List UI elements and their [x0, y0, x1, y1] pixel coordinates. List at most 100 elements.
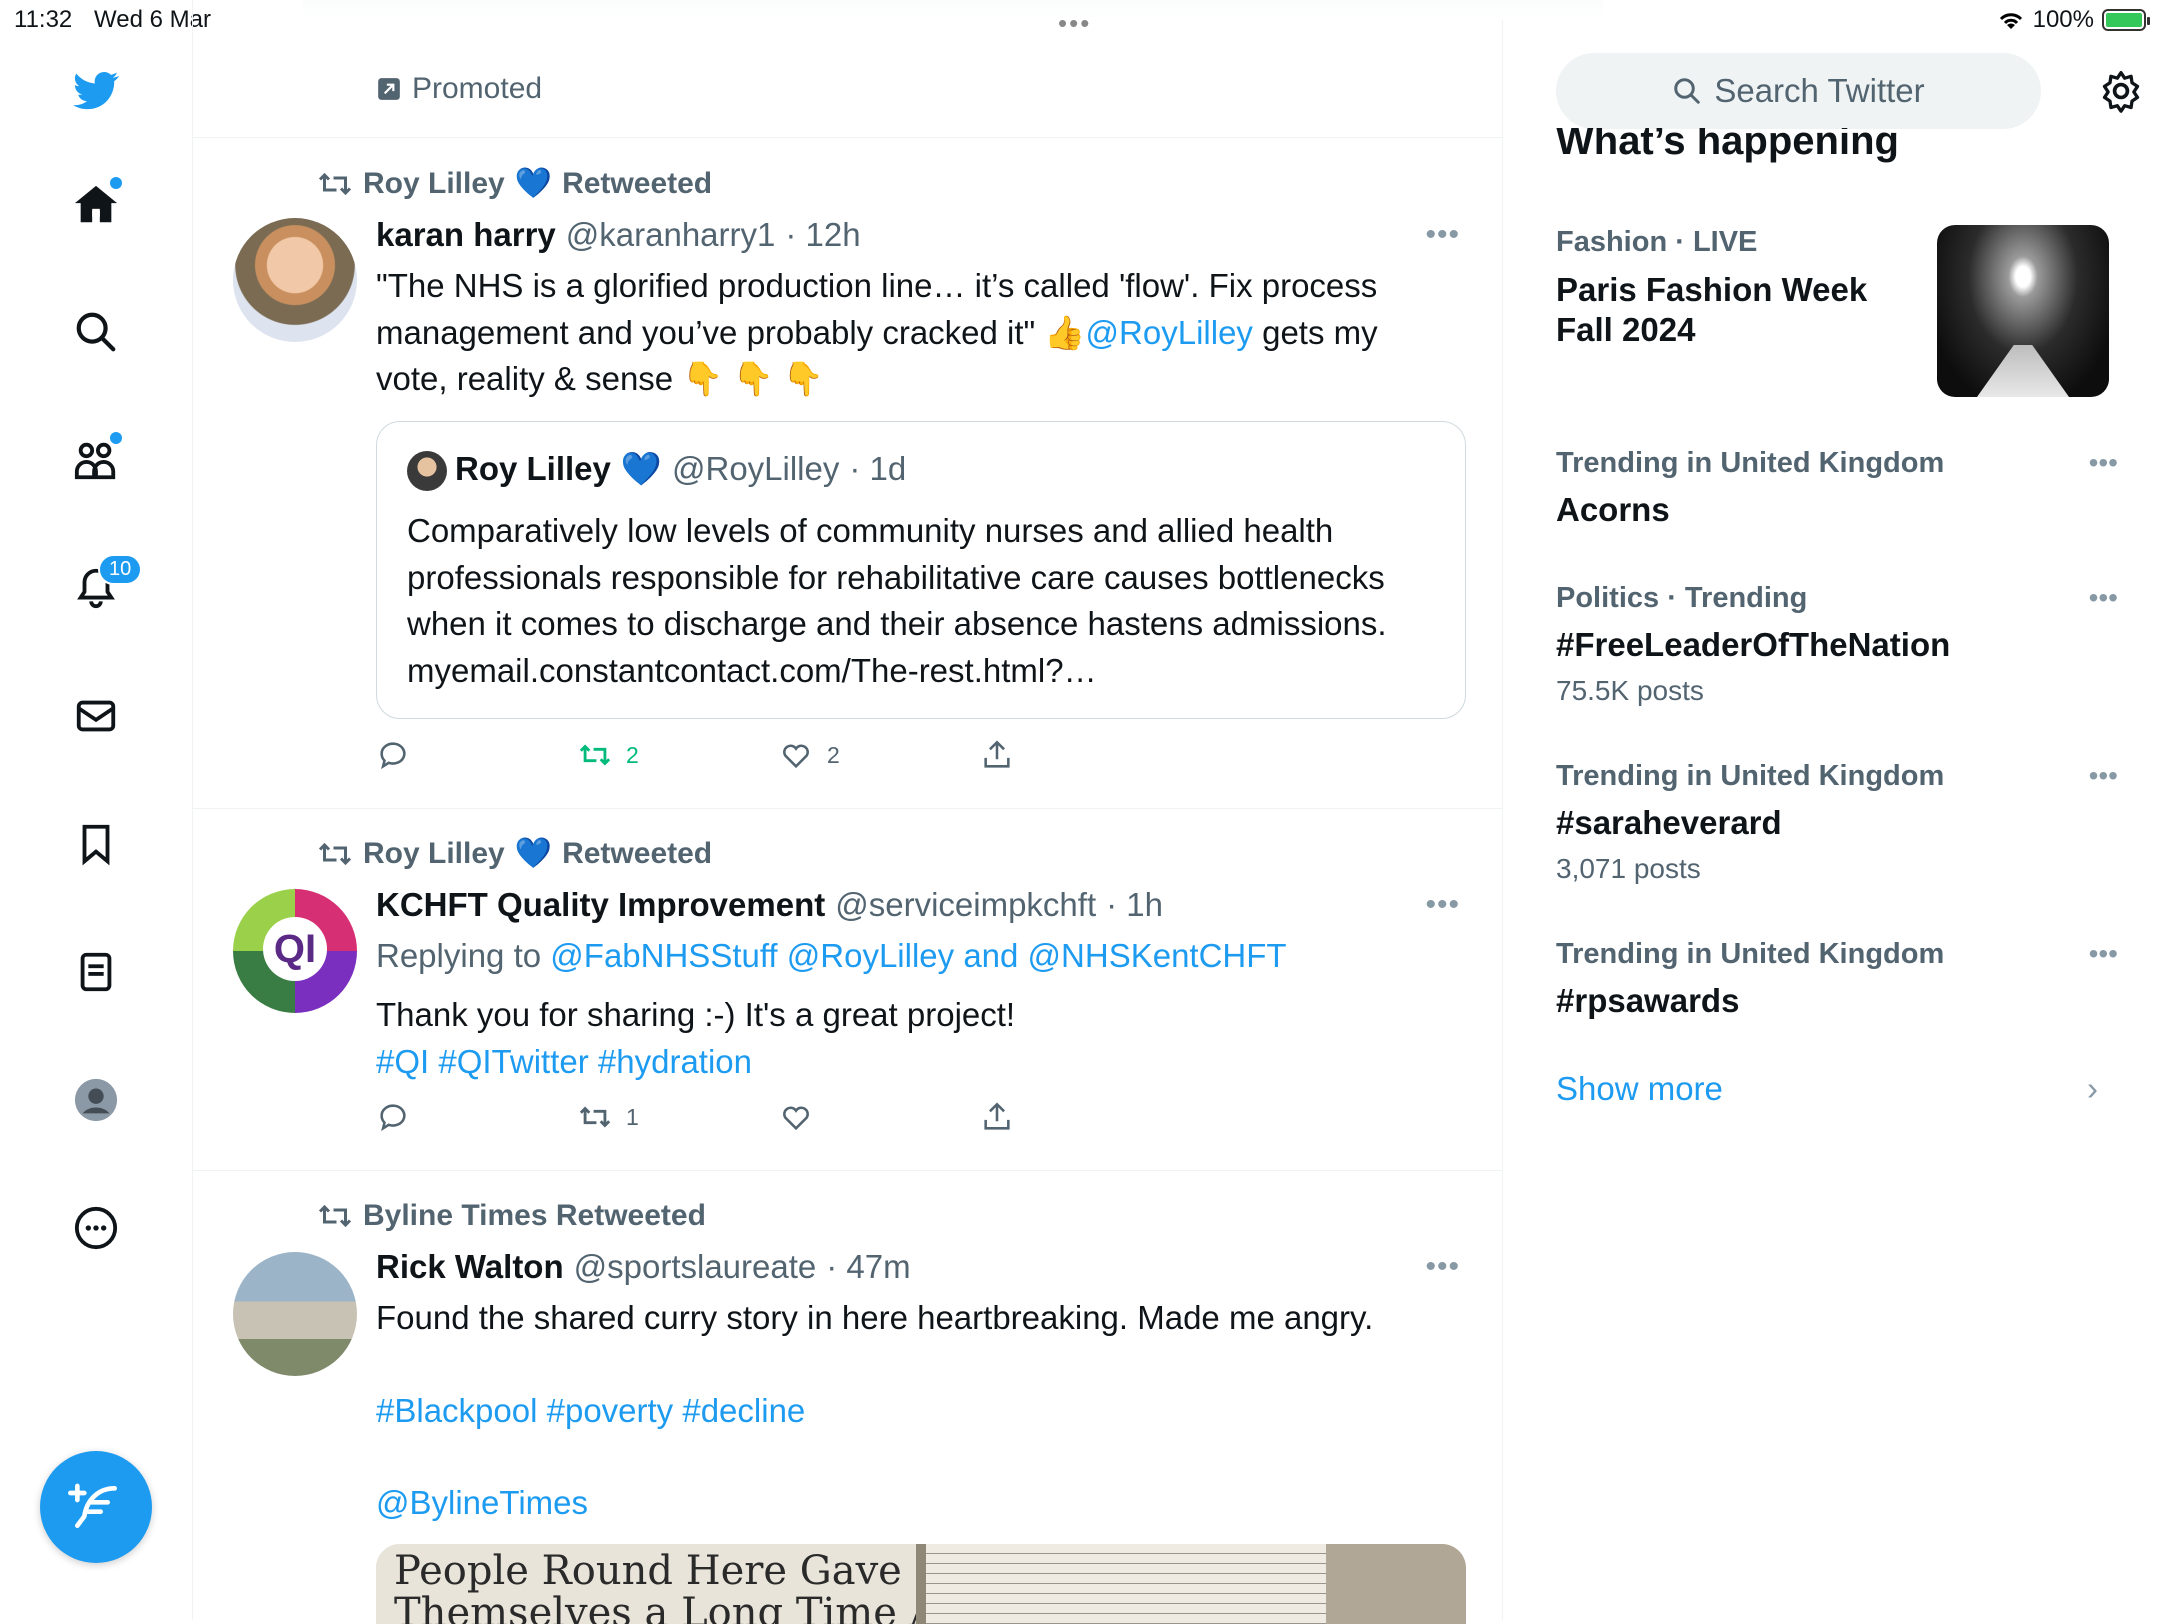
- blue-heart-emoji: 💙: [514, 837, 553, 870]
- author-name[interactable]: KCHFT Quality Improvement: [376, 886, 825, 924]
- promoted-icon: [378, 78, 400, 100]
- reply-button[interactable]: [376, 738, 410, 772]
- quoted-author-handle: @RoyLilley: [671, 450, 840, 487]
- trend-more-icon[interactable]: •••: [2089, 938, 2118, 970]
- author-name[interactable]: karan harry: [376, 216, 556, 254]
- author-name[interactable]: Rick Walton: [376, 1248, 564, 1286]
- tweet-text-segment: management and you’ve probably cracked i…: [376, 313, 1086, 351]
- tweet-header: Rick Walton @sportslaureate · 47m: [376, 1248, 911, 1286]
- notifications-count-badge: 10: [98, 554, 143, 585]
- settings-gear-icon[interactable]: [2099, 69, 2143, 113]
- trend-more-icon[interactable]: •••: [2089, 582, 2118, 614]
- tweet-text-line: management and you’ve probably cracked i…: [376, 310, 1466, 357]
- mention-link[interactable]: @BylineTimes: [376, 1480, 1466, 1527]
- tweet-actions: 1: [376, 1100, 1076, 1140]
- search-placeholder: Search Twitter: [1714, 72, 1925, 109]
- trend-meta: Politics · Trending: [1556, 582, 1808, 614]
- more-options-icon[interactable]: •••: [1425, 1250, 1460, 1284]
- sidebar-item-explore[interactable]: [68, 304, 124, 360]
- communities-icon: [74, 442, 116, 480]
- envelope-icon: [76, 700, 116, 732]
- replying-to-mentions[interactable]: @FabNHSStuff @RoyLilley and @NHSKentCHFT: [550, 937, 1286, 974]
- whats-happening-heading: What’s happening: [1556, 128, 2116, 174]
- retweeted-by-name[interactable]: Roy Lilley: [363, 167, 505, 201]
- retweet-context: Roy Lilley 💙 Retweeted: [317, 166, 712, 201]
- retweet-button[interactable]: 1: [578, 1100, 639, 1134]
- more-options-icon[interactable]: •••: [1425, 888, 1460, 922]
- avatar[interactable]: [233, 218, 357, 342]
- reply-button[interactable]: [376, 1100, 410, 1134]
- retweeted-by-name[interactable]: Roy Lilley: [363, 837, 505, 871]
- tweet-media-image[interactable]: People Round Here Gave Up On Themselves …: [376, 1544, 1466, 1624]
- newspaper-columns: [926, 1544, 1326, 1624]
- heart-icon: [783, 744, 809, 769]
- share-button[interactable]: [980, 1100, 1014, 1134]
- sidebar-item-messages[interactable]: [68, 688, 124, 744]
- sidebar-item-communities[interactable]: [68, 432, 124, 488]
- retweet-icon: [318, 1204, 352, 1228]
- trend-more-icon[interactable]: •••: [2089, 760, 2118, 792]
- sidebar-item-bookmarks[interactable]: [68, 816, 124, 872]
- more-options-icon[interactable]: •••: [1425, 218, 1460, 252]
- hashtag-links[interactable]: #Blackpool #poverty #decline: [376, 1388, 1466, 1435]
- retweet-button[interactable]: 2: [578, 738, 639, 772]
- author-handle[interactable]: @serviceimpkchft: [835, 886, 1096, 924]
- mention-link[interactable]: @RoyLilley: [1086, 314, 1253, 351]
- featured-title-line: Paris Fashion Week: [1556, 271, 1868, 308]
- like-count: 2: [827, 741, 840, 768]
- right-panel: Search Twitter What’s happening Fashion …: [1503, 0, 2160, 1620]
- image-edge: [1326, 1544, 1466, 1624]
- blue-heart-emoji: 💙: [514, 167, 553, 200]
- retweet-context: Byline Times Retweeted: [317, 1199, 706, 1233]
- avatar[interactable]: [233, 1252, 357, 1376]
- tweet-time[interactable]: · 12h: [785, 216, 860, 254]
- runway-thumbnail: [1937, 225, 2109, 397]
- timeline: Promoted Roy Lilley 💙 Retweeted karan ha…: [193, 0, 1603, 1624]
- divider: [193, 808, 1503, 809]
- quoted-avatar: [407, 451, 447, 491]
- compose-tweet-button[interactable]: [40, 1451, 152, 1563]
- retweet-icon: [579, 744, 611, 766]
- like-button[interactable]: [779, 1100, 813, 1134]
- headline-line: Themselves a Long Time Ago’: [394, 1590, 1001, 1624]
- show-more-link[interactable]: Show more: [1556, 1070, 1723, 1108]
- retweet-count: 2: [626, 741, 639, 768]
- author-handle[interactable]: @karanharry1: [566, 216, 776, 254]
- sidebar-item-lists[interactable]: [68, 944, 124, 1000]
- tweet-header: KCHFT Quality Improvement @serviceimpkch…: [376, 886, 1163, 924]
- home-notification-dot: [110, 177, 122, 189]
- replying-to-line: Replying to @FabNHSStuff @RoyLilley and …: [376, 933, 1466, 980]
- home-icon: [74, 185, 118, 223]
- reply-icon: [380, 1104, 406, 1132]
- share-button[interactable]: [980, 738, 1014, 772]
- retweeted-by-name[interactable]: Byline Times Retweeted: [363, 1199, 706, 1233]
- sidebar-item-profile[interactable]: [68, 1072, 124, 1128]
- promoted-label-row: Promoted: [376, 72, 542, 106]
- trend-name: Acorns: [1556, 491, 1670, 528]
- quoted-tweet[interactable]: Roy Lilley 💙 @RoyLilley · 1d Comparative…: [376, 421, 1466, 719]
- avatar[interactable]: QI: [233, 889, 357, 1013]
- hashtag-links[interactable]: #QI #QITwitter #hydration: [376, 1039, 1466, 1086]
- search-icon: [76, 312, 116, 352]
- trend-more-icon[interactable]: •••: [2089, 447, 2118, 479]
- author-handle[interactable]: @sportslaureate: [574, 1248, 817, 1286]
- trend-meta: Trending in United Kingdom: [1556, 447, 1945, 479]
- qi-logo: QI: [263, 917, 327, 981]
- chevron-right-icon[interactable]: ›: [2087, 1070, 2098, 1108]
- sidebar-item-notifications[interactable]: 10: [68, 554, 143, 616]
- retweeted-suffix: Retweeted: [562, 166, 713, 200]
- tweet-text-line: Thank you for sharing :-) It's a great p…: [376, 996, 1016, 1033]
- profile-avatar-icon: [74, 1078, 118, 1122]
- twitter-logo-icon[interactable]: [68, 62, 124, 118]
- trend-post-count: 75.5K posts: [1556, 675, 1704, 706]
- promoted-label: Promoted: [412, 72, 543, 105]
- tweet-actions: 2 2: [376, 738, 1076, 778]
- retweet-count: 1: [626, 1103, 639, 1130]
- featured-meta: Fashion · LIVE: [1556, 226, 1757, 259]
- search-input[interactable]: Search Twitter: [1556, 53, 2041, 129]
- tweet-time[interactable]: · 47m: [826, 1248, 910, 1286]
- like-button[interactable]: 2: [779, 738, 840, 772]
- tweet-time[interactable]: · 1h: [1106, 886, 1163, 924]
- sidebar-item-home[interactable]: [68, 177, 124, 233]
- sidebar-item-more[interactable]: [68, 1200, 124, 1256]
